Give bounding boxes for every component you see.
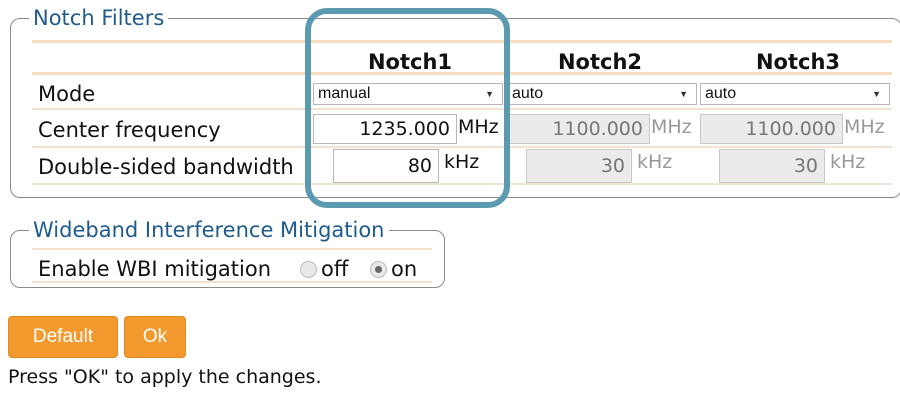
wbi-on-radio[interactable] xyxy=(370,261,387,278)
default-button[interactable]: Default xyxy=(8,316,118,358)
notch2-bandwidth-unit: kHz xyxy=(637,151,673,173)
wbi-enable-label: Enable WBI mitigation xyxy=(38,257,272,281)
wbi-off-radio[interactable] xyxy=(300,261,317,278)
bandwidth-label: Double-sided bandwidth xyxy=(38,155,294,179)
wbi-off-label: off xyxy=(321,257,349,281)
notch1-highlight-frame xyxy=(305,8,510,208)
notch2-frequency-unit: MHz xyxy=(651,116,692,138)
notch3-frequency-unit: MHz xyxy=(844,116,885,138)
mode-label: Mode xyxy=(38,82,96,106)
notch3-bandwidth-input[interactable]: 30 xyxy=(719,149,825,183)
row-stripe xyxy=(32,248,432,250)
notch2-center-frequency-input[interactable]: 1100.000 xyxy=(507,114,650,144)
notch-filters-legend: Notch Filters xyxy=(29,6,169,30)
center-frequency-label: Center frequency xyxy=(38,118,221,142)
notch3-mode-select[interactable]: auto ▼ xyxy=(700,83,890,105)
notch2-mode-value: auto xyxy=(512,85,544,102)
notch3-bandwidth-unit: kHz xyxy=(830,151,866,173)
column-header-notch2: Notch2 xyxy=(557,50,643,74)
wbi-on-label: on xyxy=(391,257,418,281)
wbi-legend: Wideband Interference Mitigation xyxy=(29,218,389,242)
ok-button[interactable]: Ok xyxy=(124,316,186,358)
dropdown-arrow-icon: ▼ xyxy=(679,89,688,99)
status-message: Press "OK" to apply the changes. xyxy=(8,366,322,388)
notch2-mode-select[interactable]: auto ▼ xyxy=(507,83,697,105)
notch3-mode-value: auto xyxy=(705,85,737,102)
column-header-notch3: Notch3 xyxy=(755,50,841,74)
notch3-center-frequency-input[interactable]: 1100.000 xyxy=(700,114,843,144)
dropdown-arrow-icon: ▼ xyxy=(872,89,881,99)
notch2-bandwidth-input[interactable]: 30 xyxy=(526,149,632,183)
